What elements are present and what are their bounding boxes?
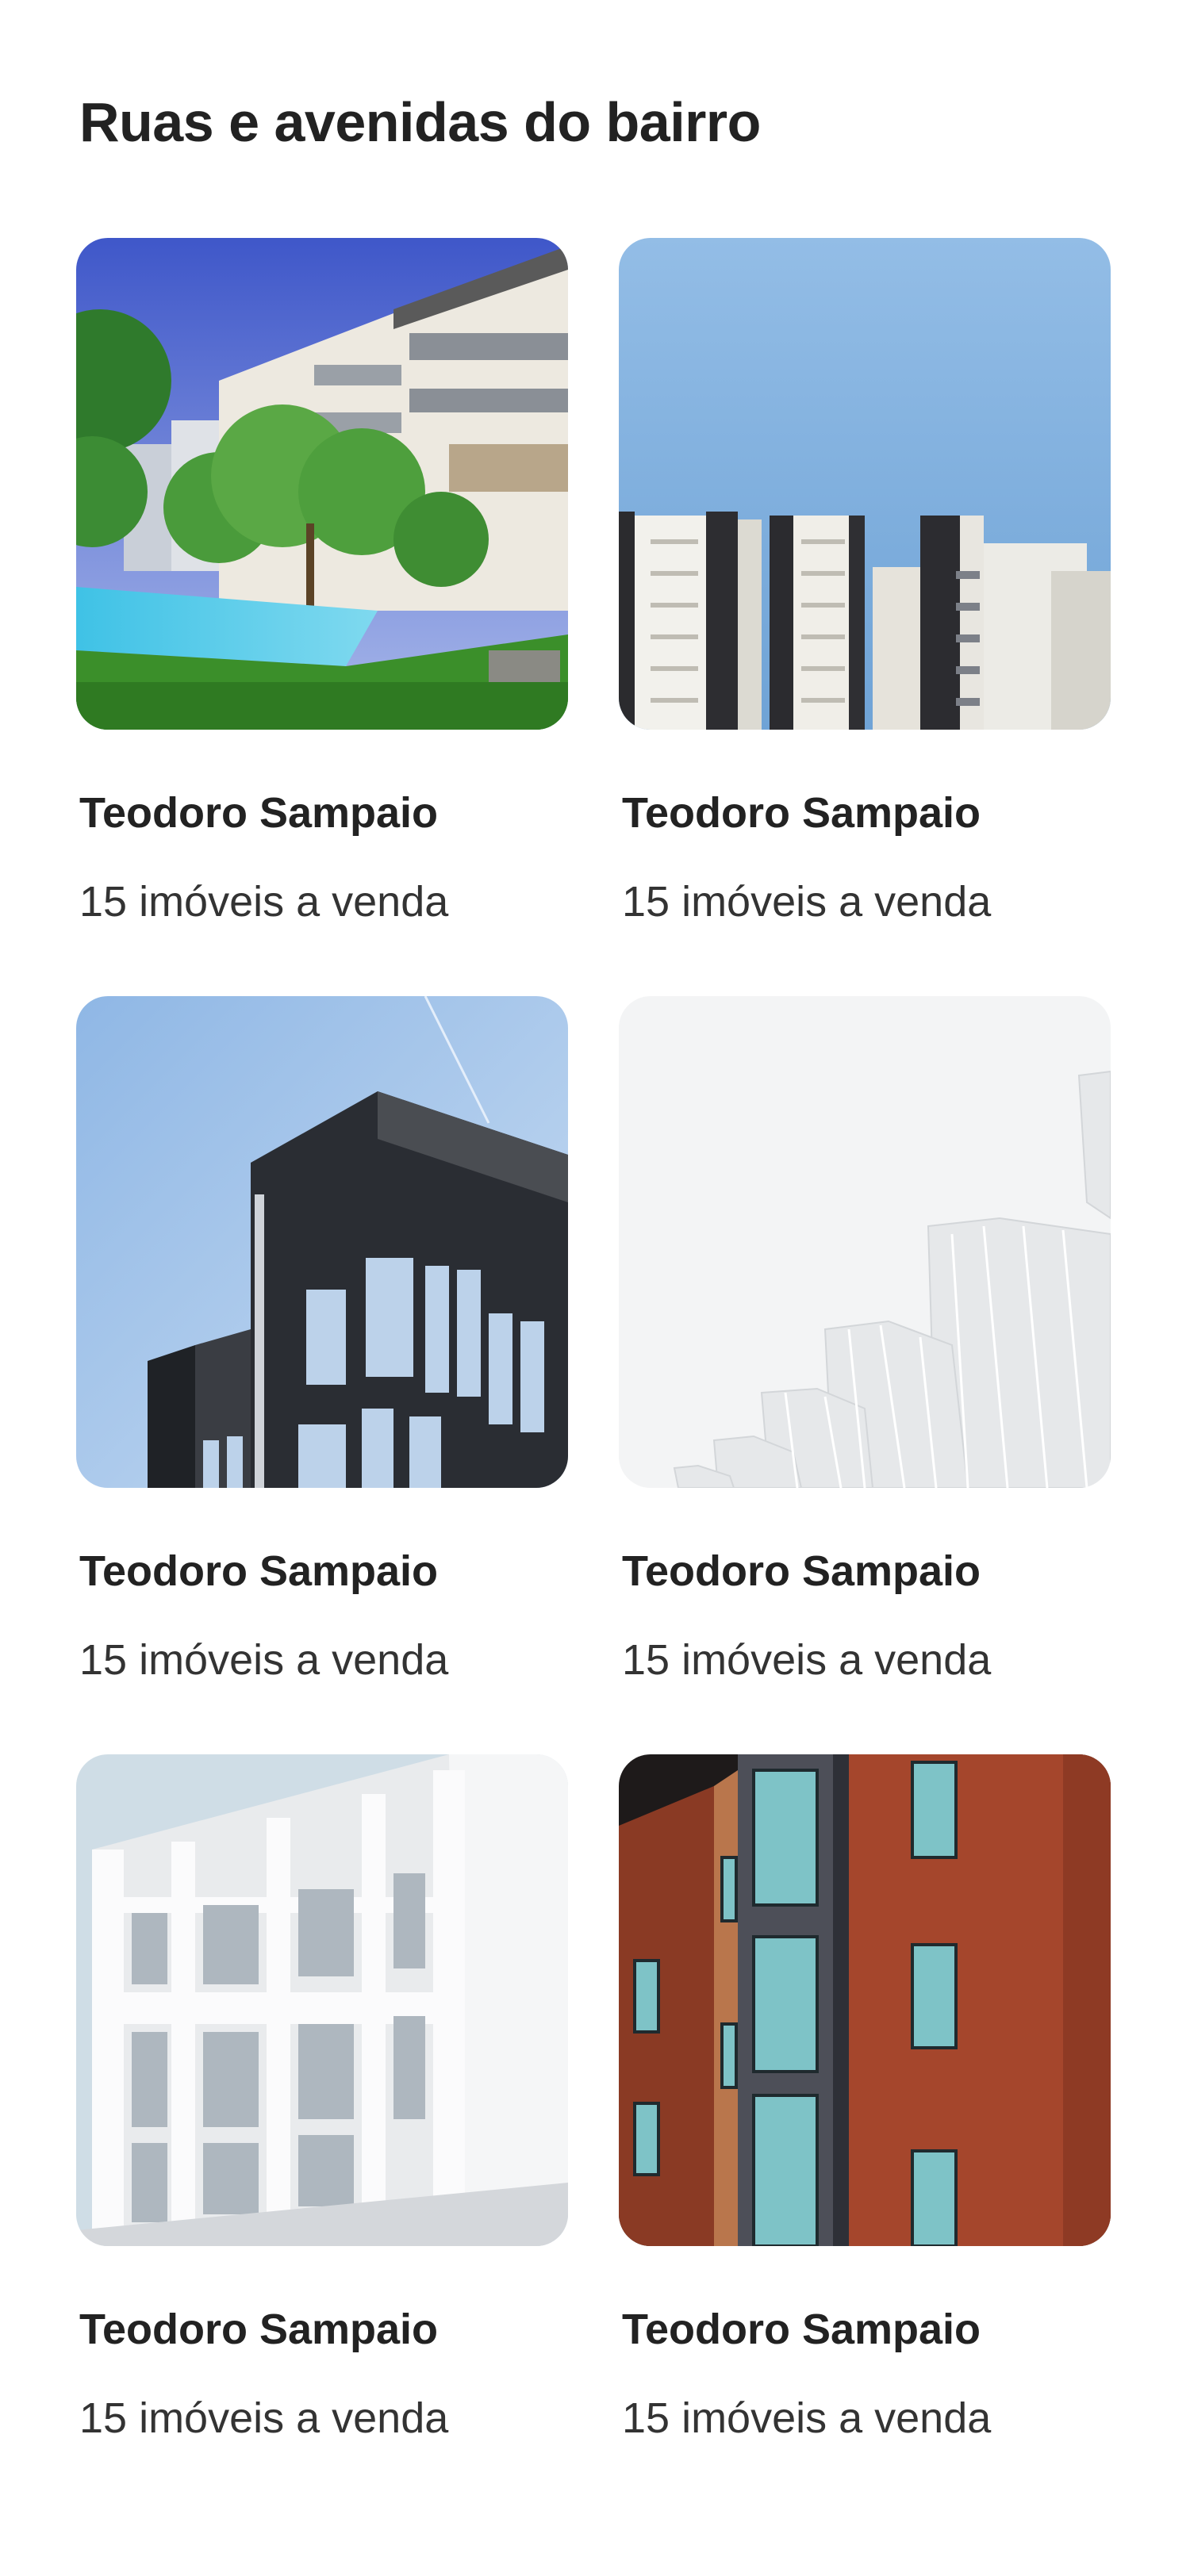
listings-count: 15 imóveis a venda (622, 2394, 992, 2442)
listings-count: 15 imóveis a venda (622, 878, 992, 926)
street-card[interactable]: Teodoro Sampaio 15 imóveis a venda (619, 238, 1111, 996)
street-card[interactable]: Teodoro Sampaio 15 imóveis a venda (619, 1754, 1111, 2513)
red-brick-building-photo (619, 1754, 1111, 2246)
white-sculptural-fins-photo (619, 996, 1111, 1488)
apartments-with-pool-photo (76, 238, 568, 730)
street-name: Teodoro Sampaio (79, 2306, 439, 2353)
listings-count: 15 imóveis a venda (622, 1636, 992, 1684)
streets-grid: Teodoro Sampaio 15 imóveis a venda Teodo… (76, 238, 1111, 2513)
street-name: Teodoro Sampaio (79, 1547, 439, 1595)
street-card[interactable]: Teodoro Sampaio 15 imóveis a venda (619, 996, 1111, 1754)
modern-towers-blue-sky-photo (619, 238, 1111, 730)
street-name: Teodoro Sampaio (79, 789, 439, 837)
page-title: Ruas e avenidas do bairro (79, 91, 761, 153)
street-card[interactable]: Teodoro Sampaio 15 imóveis a venda (76, 1754, 568, 2513)
listings-count: 15 imóveis a venda (79, 878, 449, 926)
street-name: Teodoro Sampaio (622, 789, 981, 837)
street-card[interactable]: Teodoro Sampaio 15 imóveis a venda (76, 996, 568, 1754)
white-facade-building-photo (76, 1754, 568, 2246)
street-name: Teodoro Sampaio (622, 2306, 981, 2353)
street-name: Teodoro Sampaio (622, 1547, 981, 1595)
dark-glass-building-photo (76, 996, 568, 1488)
street-card[interactable]: Teodoro Sampaio 15 imóveis a venda (76, 238, 568, 996)
listings-count: 15 imóveis a venda (79, 1636, 449, 1684)
listings-count: 15 imóveis a venda (79, 2394, 449, 2442)
